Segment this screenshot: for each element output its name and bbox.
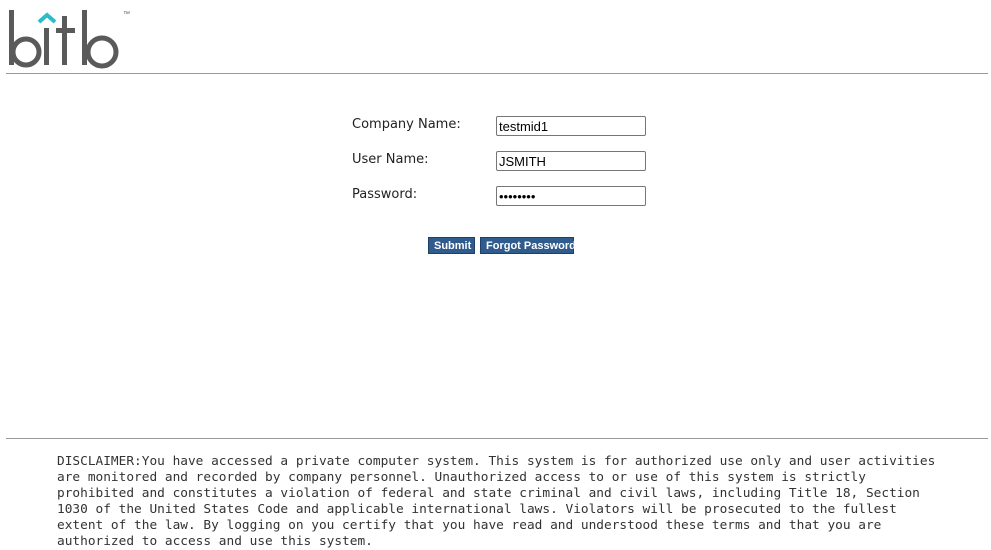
submit-button[interactable]: Submit xyxy=(428,237,475,254)
user-name-input[interactable] xyxy=(496,151,646,171)
company-name-label: Company Name: xyxy=(352,117,461,132)
footer-divider xyxy=(6,438,988,439)
username-row: User Name: xyxy=(352,151,662,186)
password-row: Password: xyxy=(352,186,662,221)
company-name-input[interactable] xyxy=(496,116,646,136)
user-name-label: User Name: xyxy=(352,152,429,167)
disclaimer-text: DISCLAIMER:You have accessed a private c… xyxy=(57,454,936,549)
login-form: Company Name: User Name: Password: xyxy=(352,116,662,221)
bitb-logo: ™ xyxy=(6,8,146,70)
password-label: Password: xyxy=(352,187,418,202)
company-row: Company Name: xyxy=(352,116,662,151)
header-divider xyxy=(6,73,988,74)
forgot-password-button[interactable]: Forgot Password xyxy=(480,237,576,254)
trademark-mark: ™ xyxy=(123,11,130,18)
password-input[interactable] xyxy=(496,186,646,206)
